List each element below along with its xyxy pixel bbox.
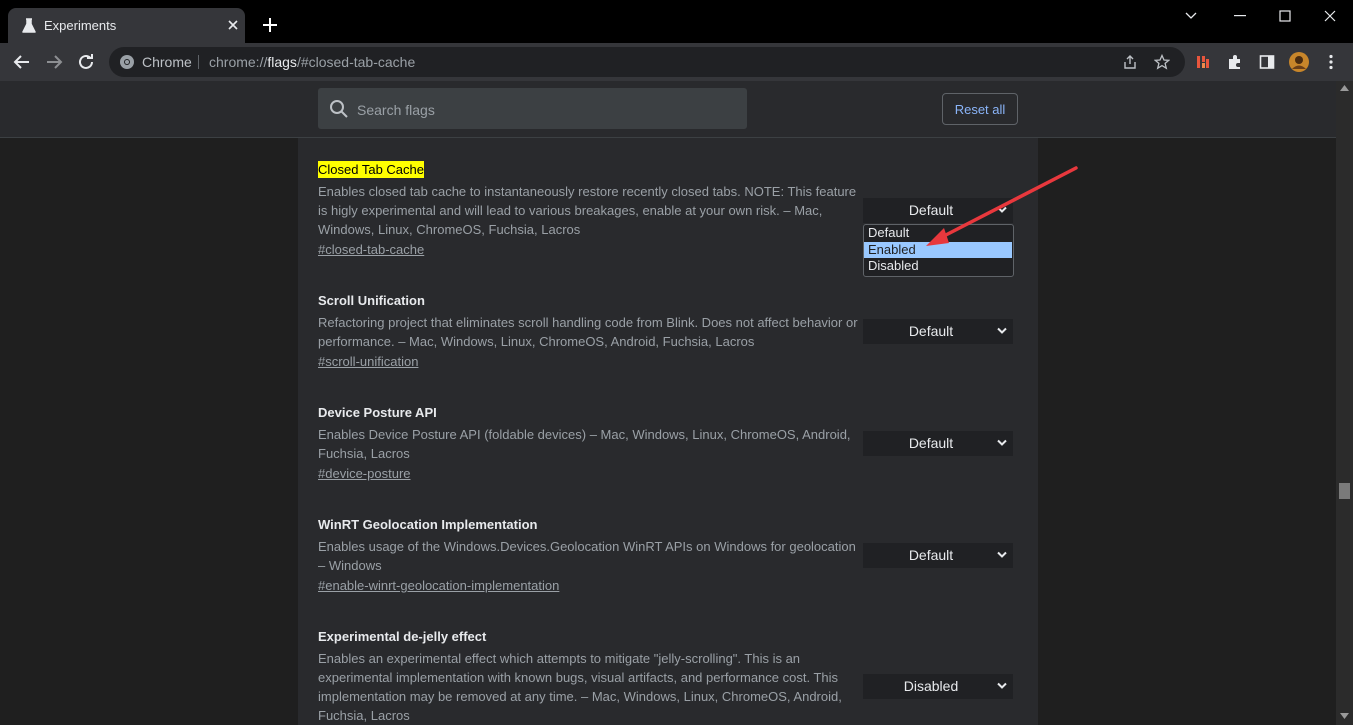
- experiment-title: Device Posture API: [318, 405, 437, 420]
- minimize-icon: [1234, 15, 1246, 17]
- experiment-title: Closed Tab Cache: [318, 161, 424, 178]
- extension-logo-icon: [1197, 56, 1209, 68]
- url-text[interactable]: chrome://flags/#closed-tab-cache: [209, 54, 415, 70]
- chevron-down-icon: [997, 551, 1007, 558]
- experiment-select-de-jelly[interactable]: Disabled: [863, 674, 1013, 699]
- arrow-left-icon: [13, 55, 29, 69]
- experiment-select-closed-tab-cache[interactable]: Default: [863, 198, 1013, 223]
- forward-button[interactable]: [43, 51, 65, 73]
- option-default[interactable]: Default: [864, 225, 1012, 241]
- tab-title: Experiments: [44, 18, 117, 33]
- experiment-description: Refactoring project that eliminates scro…: [318, 315, 858, 349]
- experiment-de-jelly: Experimental de-jelly effect Enables an …: [318, 628, 858, 725]
- experiment-description: Enables an experimental effect which att…: [318, 651, 842, 723]
- scroll-down-icon[interactable]: [1340, 713, 1349, 719]
- minimize-button[interactable]: [1217, 0, 1263, 32]
- new-tab-icon[interactable]: [261, 16, 279, 34]
- experiment-title: WinRT Geolocation Implementation: [318, 517, 538, 532]
- page-scrollbar[interactable]: [1336, 81, 1353, 725]
- close-window-button[interactable]: [1307, 0, 1353, 32]
- experiment-link[interactable]: #device-posture: [318, 464, 411, 484]
- tab-experiments[interactable]: Experiments: [8, 8, 245, 43]
- experiment-select-device-posture[interactable]: Default: [863, 431, 1013, 456]
- bookmark-star-icon[interactable]: [1154, 54, 1170, 70]
- experiment-scroll-unification: Scroll Unification Refactoring project t…: [318, 292, 858, 372]
- side-panel-icon: [1259, 55, 1275, 69]
- flags-header: Reset all: [0, 81, 1336, 138]
- search-input[interactable]: [355, 88, 739, 131]
- experiment-link[interactable]: #scroll-unification: [318, 352, 418, 372]
- reload-button[interactable]: [75, 51, 97, 73]
- option-disabled[interactable]: Disabled: [864, 258, 1012, 274]
- url-scheme: chrome://: [209, 54, 268, 70]
- title-bar: Experiments: [0, 0, 1353, 43]
- back-button[interactable]: [11, 51, 33, 73]
- experiment-description: Enables Device Posture API (foldable dev…: [318, 427, 851, 461]
- reset-all-button[interactable]: Reset all: [942, 93, 1018, 125]
- experiment-link[interactable]: #enable-winrt-geolocation-implementation: [318, 576, 559, 596]
- chevron-down-icon: [997, 682, 1007, 689]
- address-bar[interactable]: Chrome chrome://flags/#closed-tab-cache: [109, 47, 1185, 77]
- experiment-winrt-geolocation: WinRT Geolocation Implementation Enables…: [318, 516, 858, 596]
- experiment-select-winrt-geolocation[interactable]: Default: [863, 543, 1013, 568]
- arrow-right-icon: [47, 55, 63, 69]
- close-icon: [1324, 10, 1336, 22]
- reload-icon: [79, 54, 93, 69]
- select-value: Default: [908, 547, 954, 563]
- url-host: flags: [267, 54, 297, 70]
- puzzle-icon: [1229, 55, 1240, 69]
- scroll-up-icon[interactable]: [1340, 85, 1349, 91]
- chevron-down-icon: [997, 439, 1007, 446]
- site-chip: Chrome: [142, 54, 192, 70]
- chevron-down-icon: [997, 327, 1007, 334]
- select-value: Disabled: [903, 678, 959, 694]
- option-enabled[interactable]: Enabled: [864, 242, 1012, 258]
- close-tab-icon[interactable]: [225, 17, 241, 33]
- avatar: [1289, 52, 1309, 72]
- chevron-down-icon: [997, 206, 1007, 213]
- tab-search-button[interactable]: [1168, 0, 1214, 32]
- experiment-title: Scroll Unification: [318, 293, 425, 308]
- share-icon[interactable]: [1122, 54, 1138, 70]
- search-icon: [330, 100, 348, 118]
- experiment-device-posture: Device Posture API Enables Device Postur…: [318, 404, 858, 484]
- experiment-select-scroll-unification[interactable]: Default: [863, 319, 1013, 344]
- maximize-button[interactable]: [1262, 0, 1308, 32]
- browser-toolbar: Chrome chrome://flags/#closed-tab-cache: [0, 43, 1353, 81]
- url-path: /#closed-tab-cache: [296, 54, 416, 70]
- experiment-link[interactable]: #closed-tab-cache: [318, 240, 424, 260]
- experiment-description: Enables usage of the Windows.Devices.Geo…: [318, 539, 856, 573]
- experiment-description: Enables closed tab cache to instantaneou…: [318, 184, 857, 237]
- omnibox-divider: [198, 55, 199, 69]
- chrome-menu-button[interactable]: [1321, 52, 1341, 72]
- select-value: Default: [908, 202, 954, 218]
- chevron-down-icon: [1185, 12, 1197, 19]
- maximize-icon: [1279, 10, 1291, 22]
- flask-icon: [22, 18, 36, 33]
- select-value: Default: [908, 323, 954, 339]
- extension-button[interactable]: [1193, 52, 1213, 72]
- scrollbar-thumb[interactable]: [1339, 483, 1350, 499]
- kebab-menu-icon: [1329, 54, 1333, 70]
- profile-button[interactable]: [1289, 52, 1309, 72]
- chrome-icon: [120, 55, 134, 69]
- experiment-closed-tab-cache: Closed Tab Cache Enables closed tab cach…: [318, 161, 858, 260]
- select-dropdown: Default Enabled Disabled: [863, 224, 1014, 277]
- extensions-menu-button[interactable]: [1225, 52, 1245, 72]
- side-panel-button[interactable]: [1257, 52, 1277, 72]
- experiment-title: Experimental de-jelly effect: [318, 629, 487, 644]
- select-value: Default: [908, 435, 954, 451]
- search-box[interactable]: [318, 88, 747, 131]
